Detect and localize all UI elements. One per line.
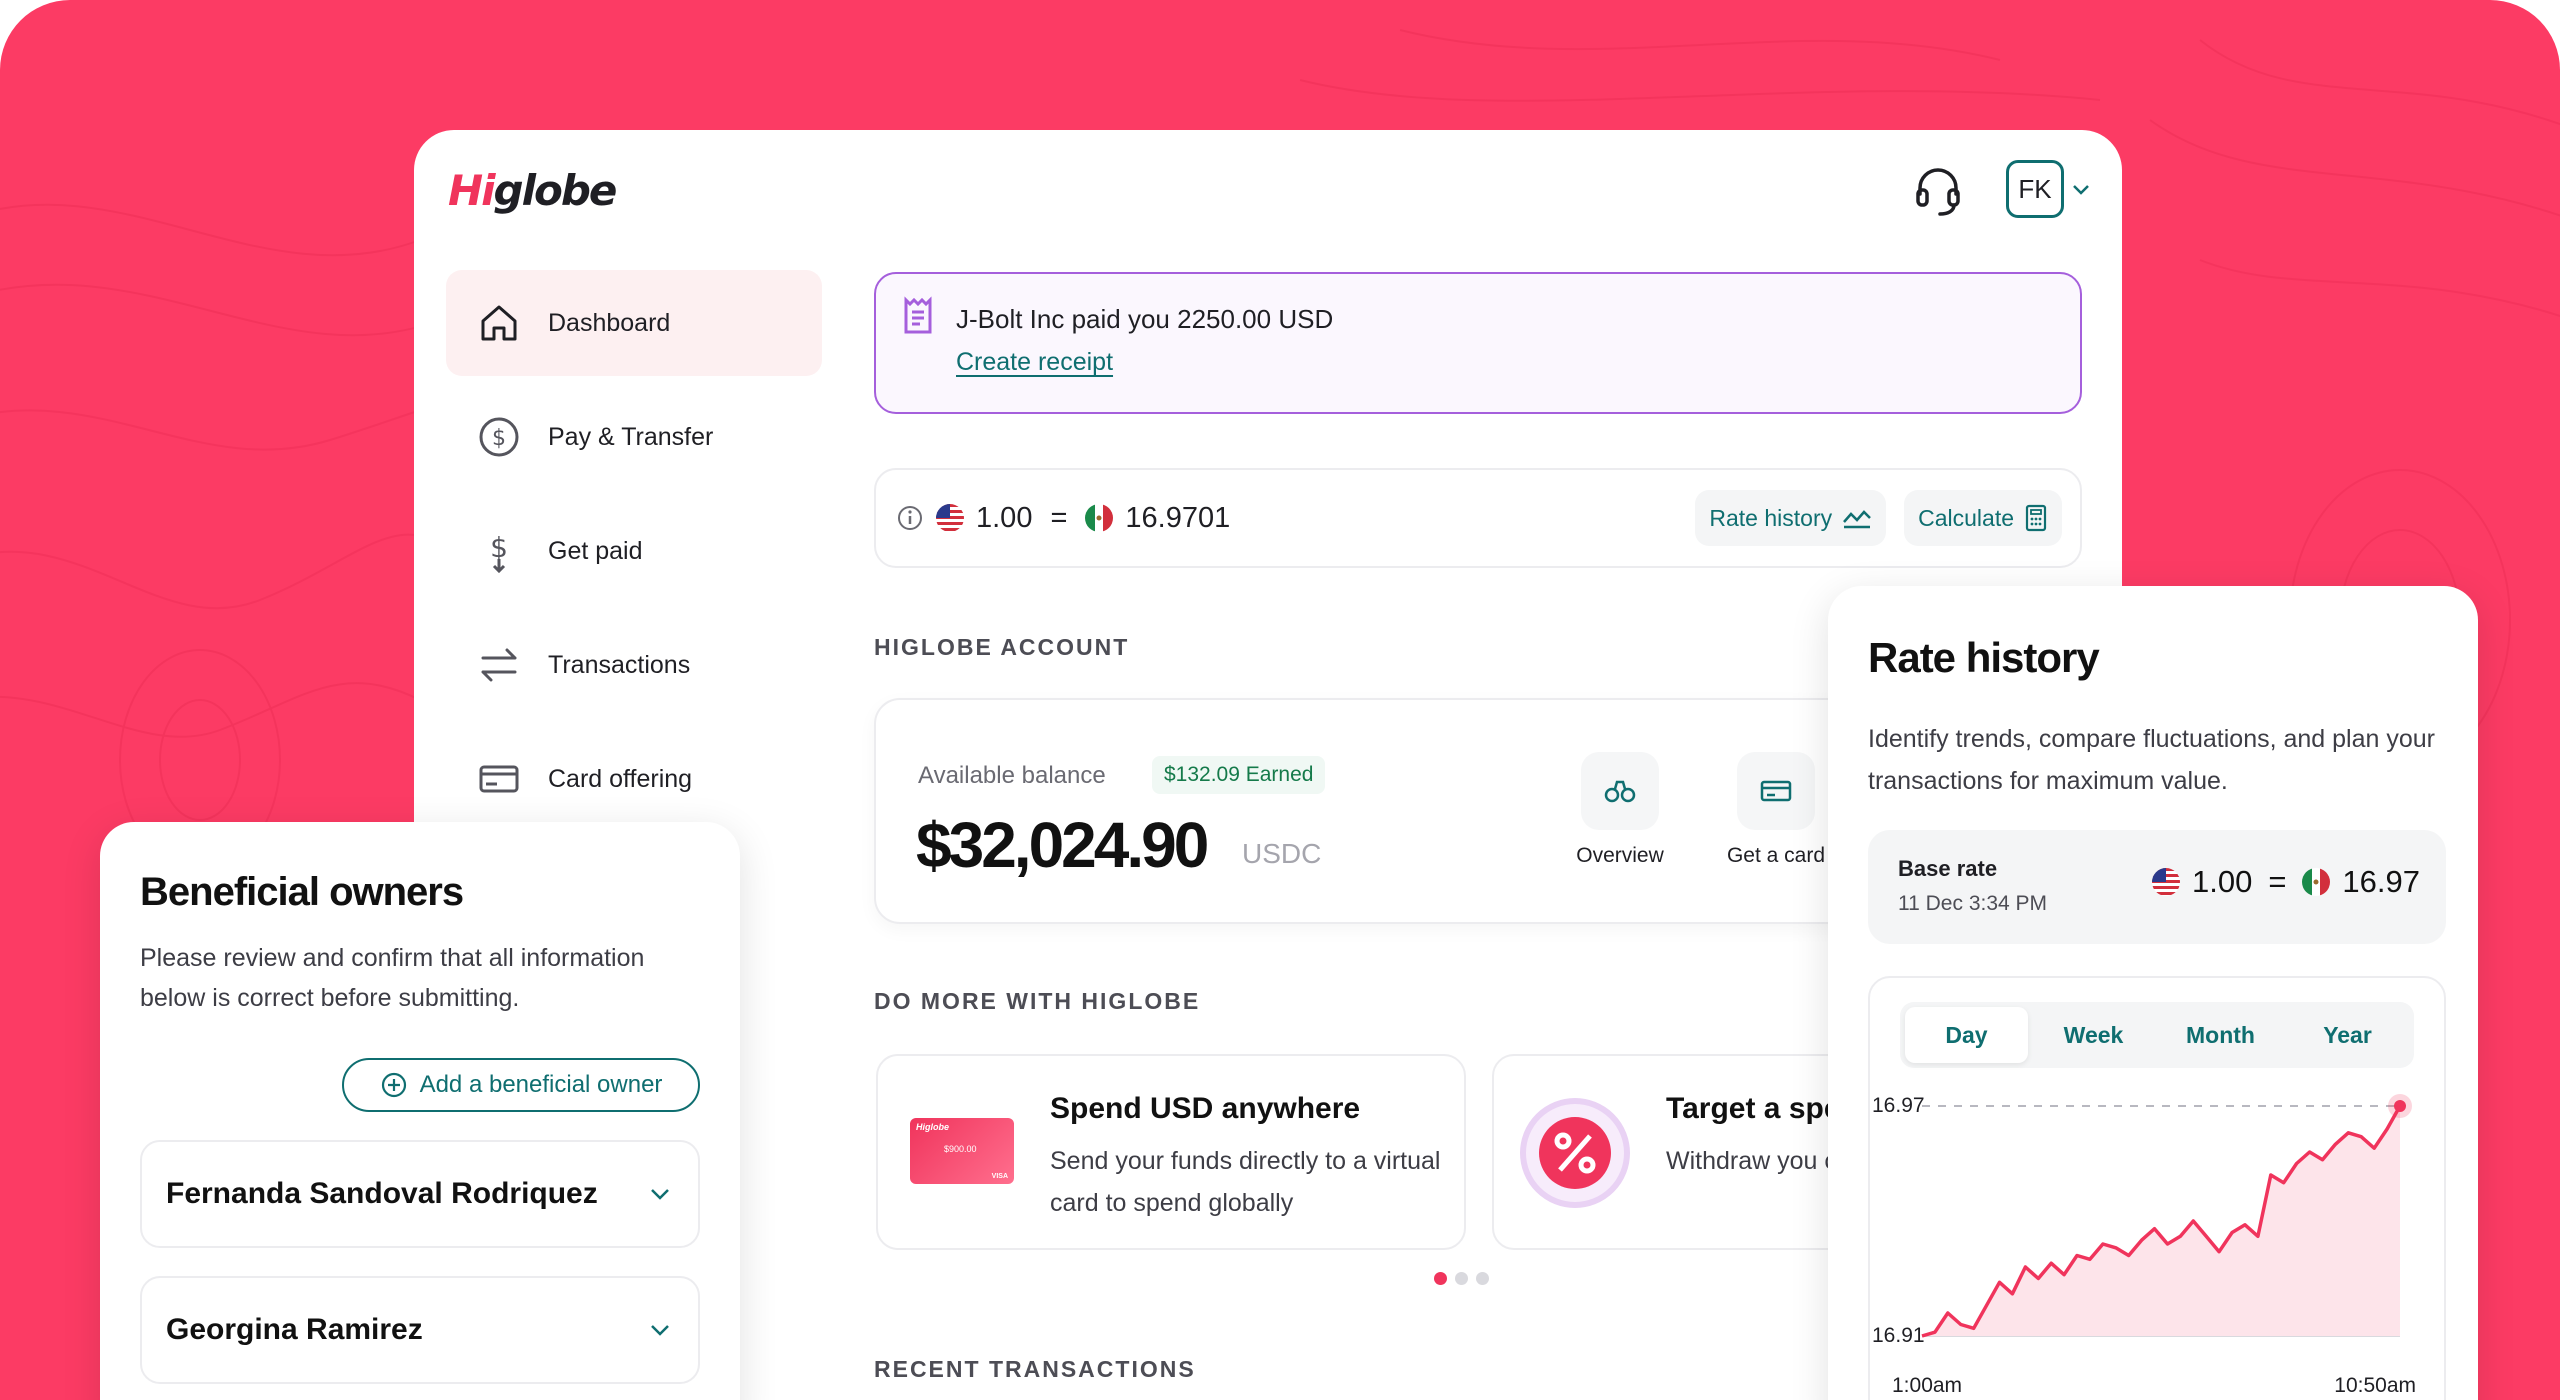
promo-card-spend[interactable]: Higlobe $900.00 VISA Spend USD anywhere … (876, 1054, 1466, 1250)
from-amount: 1.00 (976, 501, 1033, 534)
sidebar-item-dashboard[interactable]: Dashboard (446, 270, 822, 376)
carousel-dot[interactable] (1434, 1272, 1447, 1285)
carousel-dot[interactable] (1476, 1272, 1489, 1285)
panel-title: Rate history (1868, 634, 2100, 681)
us-flag-icon (936, 504, 964, 532)
calculator-icon (2025, 504, 2047, 532)
base-rate-box: Base rate 11 Dec 3:34 PM 1.00 = 16.97 (1868, 830, 2446, 944)
info-icon[interactable] (896, 504, 924, 532)
svg-text:$: $ (492, 426, 506, 451)
add-beneficial-owner-button[interactable]: Add a beneficial owner (342, 1058, 700, 1112)
get-card-label: Get a card (1726, 844, 1826, 867)
sidebar: Dashboard $ Pay & Transfer $ Get paid Tr… (446, 270, 822, 840)
balance-label: Available balance (918, 762, 1106, 789)
account-menu[interactable]: FK (2006, 160, 2092, 218)
owner-name: Fernanda Sandoval Rodriquez (166, 1177, 598, 1210)
sidebar-item-label: Get paid (548, 536, 643, 565)
card-icon (476, 756, 522, 802)
recent-section-label: RECENT TRANSACTIONS (874, 1356, 1196, 1382)
chevron-down-icon[interactable] (646, 1316, 674, 1344)
dollar-circle-icon: $ (476, 414, 522, 460)
overview-action[interactable]: Overview (1550, 752, 1690, 868)
rate-history-panel: Rate history Identify trends, compare fl… (1828, 586, 2478, 1400)
add-owner-label: Add a beneficial owner (419, 1071, 663, 1098)
create-receipt-link[interactable]: Create receipt (956, 348, 1113, 377)
do-more-section-label: DO MORE WITH HIGLOBE (874, 988, 1201, 1014)
earned-badge: $132.09 Earned (1152, 756, 1326, 794)
account-section-label: HIGLOBE ACCOUNT (874, 634, 1130, 660)
receipt-icon (898, 296, 938, 341)
binoculars-icon (1581, 752, 1659, 830)
calculate-button[interactable]: Calculate (1904, 490, 2062, 546)
home-icon (476, 300, 522, 346)
us-flag-icon (2151, 868, 2180, 896)
avatar[interactable]: FK (2006, 160, 2064, 218)
balance-amount: $32,024.90 (916, 809, 1209, 881)
owner-name: Georgina Ramirez (166, 1313, 423, 1346)
card-brand: Higlobe (916, 1122, 949, 1132)
sidebar-item-label: Transactions (548, 650, 691, 679)
overview-label: Overview (1576, 844, 1664, 867)
rate-area-fill (1922, 1106, 2400, 1336)
notice-message: J-Bolt Inc paid you 2250.00 USD (956, 304, 1334, 334)
equals-sign: = (1050, 501, 1068, 534)
promo-desc: Send your funds directly to a virtual ca… (1050, 1147, 1441, 1217)
latest-point[interactable] (2394, 1100, 2406, 1112)
calculate-label: Calculate (1918, 504, 2014, 531)
card-icon (1737, 752, 1815, 830)
card-network: VISA (991, 1173, 1008, 1180)
base-to: 16.97 (2342, 864, 2420, 899)
headset-support-icon[interactable] (1908, 162, 1968, 222)
promo-title: Spend USD anywhere (1050, 1092, 1361, 1125)
percent-target-icon (1518, 1096, 1632, 1215)
exchange-rate-bar: 1.00 = 16.9701 Rate history Calculate (874, 468, 2082, 568)
mexico-flag-icon (2302, 868, 2331, 896)
sidebar-item-transactions[interactable]: Transactions (446, 612, 822, 718)
carousel-dots (1434, 1272, 1489, 1285)
payment-notice: J-Bolt Inc paid you 2250.00 USD Create r… (874, 272, 2082, 414)
mexico-flag-icon (1085, 504, 1114, 532)
sidebar-item-label: Pay & Transfer (548, 422, 714, 451)
virtual-card-image: Higlobe $900.00 VISA (910, 1118, 1014, 1184)
chevron-down-icon[interactable] (2070, 178, 2092, 200)
rate-line-chart (1921, 1094, 2412, 1338)
to-amount: 16.9701 (1125, 501, 1231, 534)
base-from: 1.00 (2191, 864, 2253, 899)
sidebar-item-label: Card offering (548, 764, 693, 793)
sidebar-item-pay-transfer[interactable]: $ Pay & Transfer (446, 384, 822, 490)
panel-desc: Please review and confirm that all infor… (140, 944, 645, 1012)
equals-sign: = (2268, 864, 2287, 899)
plus-circle-icon (381, 1072, 406, 1098)
rate-history-label: Rate history (1709, 504, 1833, 531)
panel-title: Beneficial owners (140, 870, 464, 914)
get-card-action[interactable]: Get a card (1706, 752, 1846, 868)
promo-title: Target a spe (1666, 1092, 1841, 1125)
owner-row[interactable]: Georgina Ramirez (140, 1276, 700, 1384)
swap-arrows-icon (476, 642, 522, 688)
sidebar-item-card-offering[interactable]: Card offering (446, 726, 822, 832)
trend-icon (1843, 510, 1871, 529)
base-rate-date: 11 Dec 3:34 PM (1898, 892, 2048, 915)
rate-history-button[interactable]: Rate history (1695, 490, 1887, 546)
panel-desc: Identify trends, compare fluctuations, a… (1868, 725, 2435, 795)
base-rate-title: Base rate (1898, 856, 1998, 881)
card-amount: $900.00 (944, 1144, 977, 1154)
balance-currency: USDC (1242, 838, 1322, 869)
rate-chart-card: Day Week Month Year 16.97 16.91 1:00am 1… (1868, 976, 2446, 1400)
sidebar-item-label: Dashboard (548, 308, 671, 337)
higlobe-logo[interactable]: Higlobe (448, 160, 617, 220)
owner-row[interactable]: Fernanda Sandoval Rodriquez (140, 1140, 700, 1248)
sidebar-item-get-paid[interactable]: $ Get paid (446, 498, 822, 604)
dollar-arrow-icon: $ (476, 528, 522, 574)
chevron-down-icon[interactable] (646, 1180, 674, 1208)
carousel-dot[interactable] (1455, 1272, 1468, 1285)
beneficial-owners-panel: Beneficial owners Please review and conf… (100, 822, 740, 1400)
